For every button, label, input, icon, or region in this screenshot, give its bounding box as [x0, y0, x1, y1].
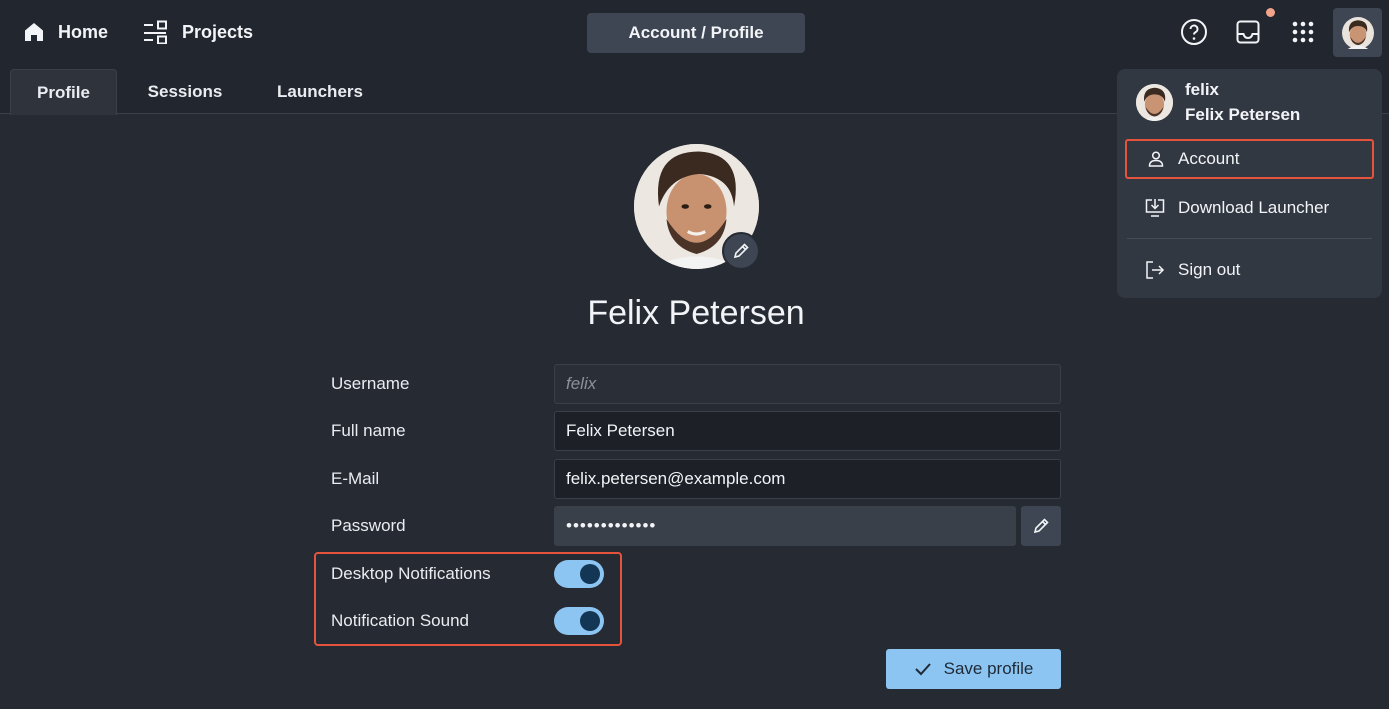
help-button[interactable] [1178, 16, 1210, 48]
toggle-knob [580, 564, 600, 584]
save-profile-label: Save profile [943, 659, 1034, 678]
nav-home[interactable]: Home [22, 16, 108, 48]
projects-icon [142, 20, 170, 44]
avatar [1341, 16, 1374, 49]
nav-projects-label: Projects [182, 21, 254, 42]
toggle-knob [580, 611, 600, 631]
user-icon [1146, 149, 1166, 169]
download-monitor-icon [1144, 198, 1166, 218]
notification-sound-label: Notification Sound [331, 611, 469, 630]
notification-sound-toggle[interactable] [554, 607, 604, 635]
pencil-icon [732, 242, 750, 260]
help-icon [1180, 18, 1208, 46]
username-field: felix [554, 364, 1061, 404]
fullname-field[interactable]: Felix Petersen [554, 411, 1061, 451]
avatar [1136, 84, 1173, 121]
menu-item-download-launcher[interactable]: Download Launcher [1125, 188, 1374, 228]
top-bar: Home Projects Account / Profile [0, 0, 1389, 64]
user-avatar-button[interactable] [1333, 8, 1382, 57]
save-profile-button[interactable]: Save profile [886, 649, 1061, 689]
menu-item-label: Account [1178, 149, 1240, 168]
home-icon [22, 20, 46, 44]
profile-display-name: Felix Petersen [587, 294, 805, 332]
menu-item-label: Download Launcher [1178, 198, 1330, 217]
inbox-button[interactable] [1232, 16, 1264, 48]
nav-projects[interactable]: Projects [142, 16, 253, 48]
menu-item-account[interactable]: Account [1125, 139, 1374, 179]
breadcrumb[interactable]: Account / Profile [587, 13, 805, 53]
username-label: Username [331, 374, 410, 393]
fullname-label: Full name [331, 421, 406, 440]
tab-launchers[interactable]: Launchers [262, 69, 378, 115]
desktop-notifications-toggle[interactable] [554, 560, 604, 588]
menu-item-label: Sign out [1178, 260, 1241, 279]
nav-home-label: Home [58, 21, 109, 42]
menu-item-sign-out[interactable]: Sign out [1125, 250, 1374, 290]
edit-password-button[interactable] [1021, 506, 1061, 546]
desktop-notifications-label: Desktop Notifications [331, 564, 491, 583]
email-label: E-Mail [331, 469, 380, 488]
check-icon [914, 662, 932, 676]
apps-button[interactable] [1287, 16, 1319, 48]
password-field: ••••••••••••• [554, 506, 1016, 546]
menu-fullname: Felix Petersen [1185, 105, 1301, 124]
sign-out-icon [1144, 260, 1166, 280]
inbox-icon [1235, 19, 1261, 45]
tab-profile[interactable]: Profile [10, 69, 117, 115]
menu-username: felix [1185, 80, 1220, 99]
edit-photo-button[interactable] [722, 232, 760, 270]
password-label: Password [331, 516, 406, 535]
menu-divider [1127, 238, 1372, 239]
grid-icon [1291, 20, 1315, 44]
email-field[interactable]: felix.petersen@example.com [554, 459, 1061, 499]
notification-dot [1266, 8, 1275, 17]
pencil-icon [1032, 517, 1050, 535]
tab-sessions[interactable]: Sessions [130, 69, 240, 115]
user-menu: felix Felix Petersen Account Download La… [1117, 69, 1382, 298]
